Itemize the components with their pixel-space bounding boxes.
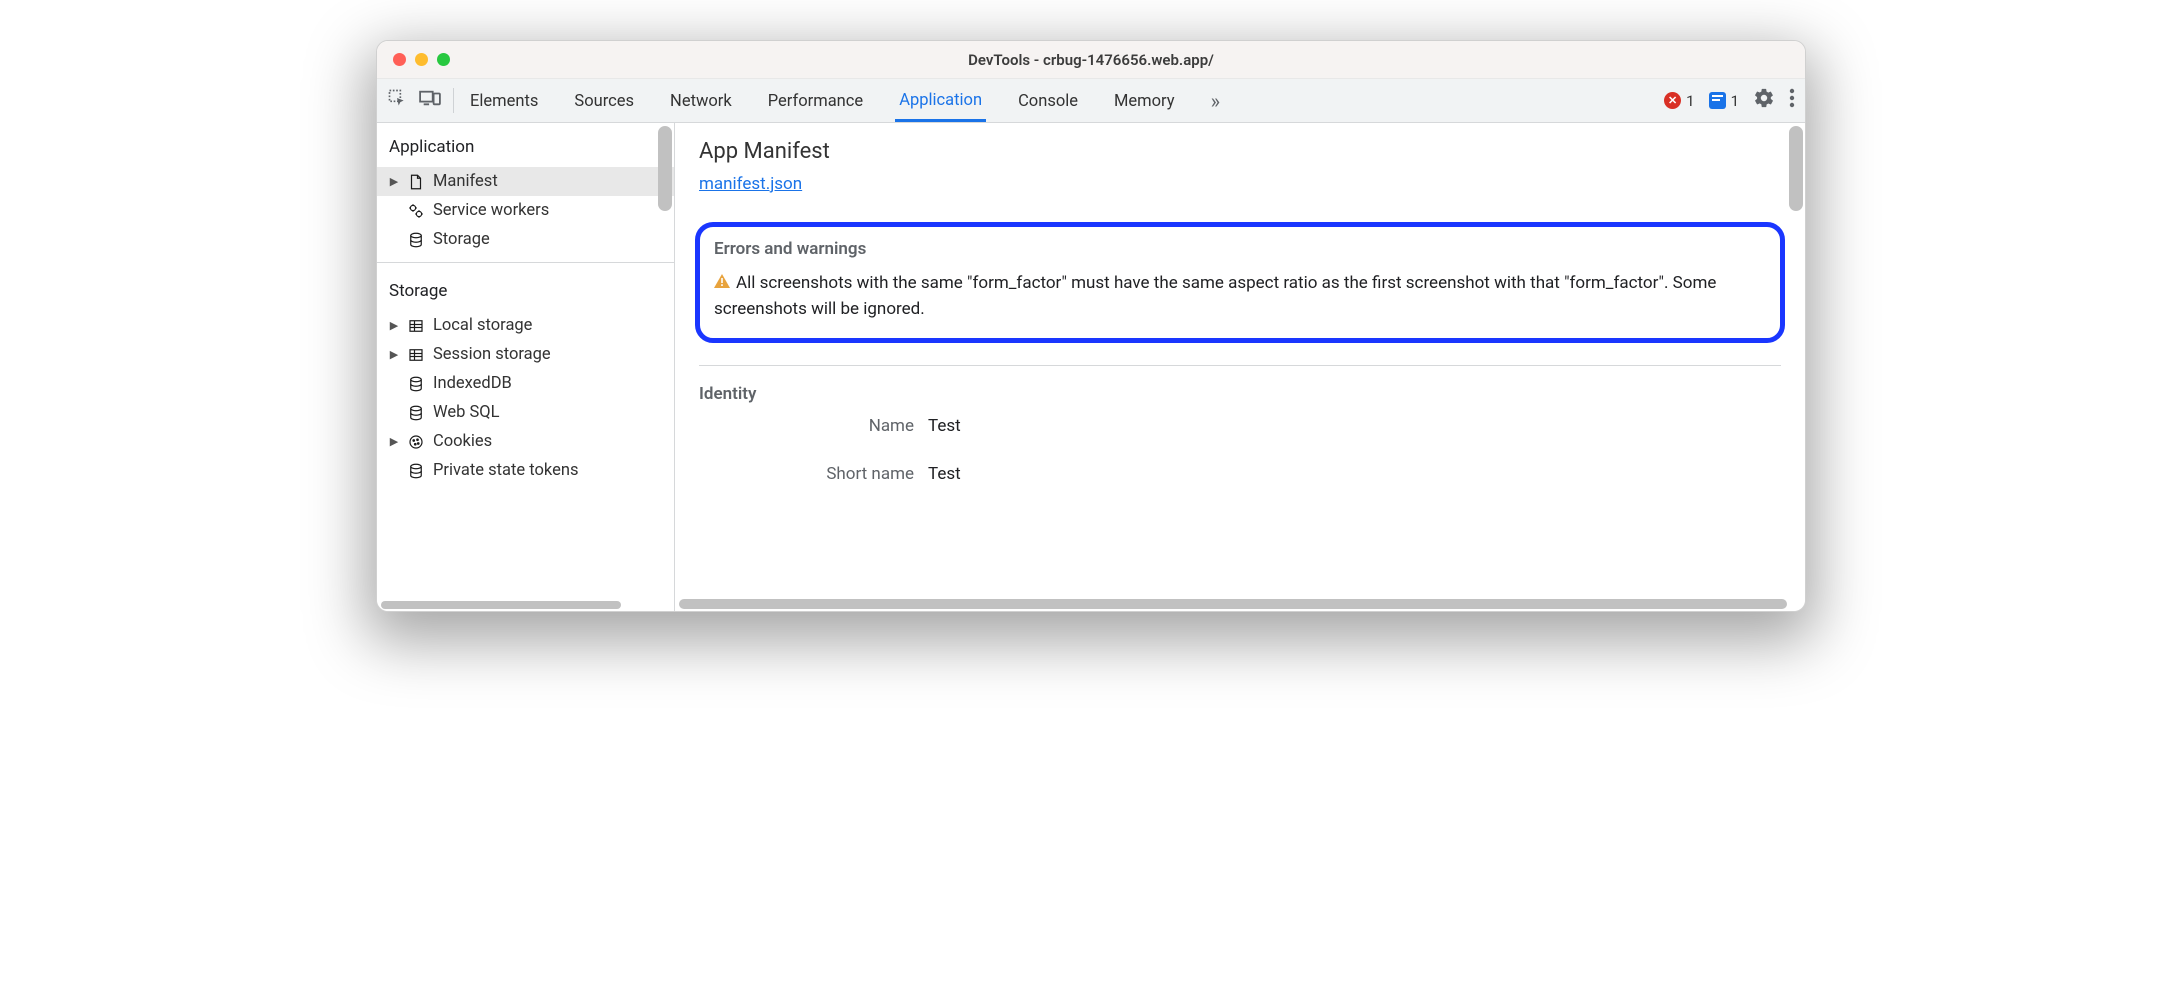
manifest-link[interactable]: manifest.json <box>699 174 802 194</box>
content-panel: App Manifest manifest.json Errors and wa… <box>675 123 1805 611</box>
sidebar-scrollbar[interactable] <box>658 126 672 211</box>
error-count-badge[interactable]: ✕ 1 <box>1664 92 1694 110</box>
field-row: Name Test <box>699 416 1781 436</box>
minimize-button[interactable] <box>415 53 428 66</box>
sidebar-item-session-storage[interactable]: ▶ Session storage <box>377 340 674 369</box>
field-row: Short name Test <box>699 464 1781 484</box>
error-icon: ✕ <box>1664 92 1681 109</box>
issues-count: 1 <box>1731 92 1739 110</box>
warning-message: All screenshots with the same "form_fact… <box>714 271 1766 322</box>
sidebar-item-service-workers[interactable]: Service workers <box>377 196 674 225</box>
sidebar-item-label: Session storage <box>433 345 551 364</box>
sidebar-item-websql[interactable]: Web SQL <box>377 398 674 427</box>
cookie-icon <box>407 433 425 451</box>
disclosure-triangle-icon[interactable]: ▶ <box>389 435 399 448</box>
tab-elements[interactable]: Elements <box>466 82 542 120</box>
main-split: Application ▶ Manifest Service workers <box>377 123 1805 611</box>
warning-icon <box>714 271 730 285</box>
panel-tabs: Elements Sources Network Performance App… <box>466 79 1224 122</box>
sidebar-divider <box>377 262 674 263</box>
sidebar-item-manifest[interactable]: ▶ Manifest <box>377 167 674 196</box>
errors-section-title: Errors and warnings <box>714 239 1766 259</box>
tab-memory[interactable]: Memory <box>1110 82 1179 120</box>
field-value-name: Test <box>928 416 961 436</box>
disclosure-triangle-icon[interactable]: ▶ <box>389 348 399 361</box>
sidebar-item-label: Cookies <box>433 432 492 451</box>
sidebar-item-label: Service workers <box>433 201 549 220</box>
tab-console[interactable]: Console <box>1014 82 1082 120</box>
table-icon <box>407 346 425 364</box>
manifest-heading: App Manifest <box>699 139 1781 164</box>
sidebar-group-storage: Storage <box>377 271 674 311</box>
tab-network[interactable]: Network <box>666 82 736 120</box>
titlebar: DevTools - crbug-1476656.web.app/ <box>377 41 1805 79</box>
sidebar: Application ▶ Manifest Service workers <box>377 123 675 611</box>
field-label-short-name: Short name <box>699 464 914 484</box>
warning-text: All screenshots with the same "form_fact… <box>714 273 1716 319</box>
issues-count-badge[interactable]: 1 <box>1709 92 1739 110</box>
disclosure-triangle-icon[interactable]: ▶ <box>389 319 399 332</box>
database-icon <box>407 231 425 249</box>
field-label-name: Name <box>699 416 914 436</box>
sidebar-item-cookies[interactable]: ▶ Cookies <box>377 427 674 456</box>
device-toggle-icon[interactable] <box>419 89 441 112</box>
sidebar-item-local-storage[interactable]: ▶ Local storage <box>377 311 674 340</box>
tabs-overflow-icon[interactable]: » <box>1207 79 1224 122</box>
content-h-scrollbar[interactable] <box>679 599 1787 609</box>
window-controls <box>393 53 450 66</box>
identity-section-title: Identity <box>699 384 1781 404</box>
devtools-window: DevTools - crbug-1476656.web.app/ Elemen… <box>376 40 1806 612</box>
content-scrollbar[interactable] <box>1789 126 1803 211</box>
sidebar-item-label: Storage <box>433 230 490 249</box>
toolbar: Elements Sources Network Performance App… <box>377 79 1805 123</box>
error-count: 1 <box>1686 92 1694 110</box>
sidebar-item-label: IndexedDB <box>433 374 512 393</box>
close-button[interactable] <box>393 53 406 66</box>
sidebar-item-label: Local storage <box>433 316 532 335</box>
field-value-short-name: Test <box>928 464 961 484</box>
sidebar-item-label: Web SQL <box>433 403 500 422</box>
sidebar-item-indexeddb[interactable]: IndexedDB <box>377 369 674 398</box>
errors-warnings-section: Errors and warnings All screenshots with… <box>695 222 1785 343</box>
database-icon <box>407 462 425 480</box>
gears-icon <box>407 202 425 220</box>
database-icon <box>407 375 425 393</box>
tab-performance[interactable]: Performance <box>764 82 867 120</box>
sidebar-item-storage[interactable]: Storage <box>377 225 674 254</box>
tab-application[interactable]: Application <box>895 81 986 122</box>
sidebar-item-label: Manifest <box>433 172 498 191</box>
tab-sources[interactable]: Sources <box>570 82 638 120</box>
database-icon <box>407 404 425 422</box>
maximize-button[interactable] <box>437 53 450 66</box>
identity-section: Identity Name Test Short name Test <box>699 365 1781 484</box>
table-icon <box>407 317 425 335</box>
sidebar-h-scrollbar[interactable] <box>377 599 660 611</box>
window-title: DevTools - crbug-1476656.web.app/ <box>377 51 1805 69</box>
disclosure-triangle-icon[interactable]: ▶ <box>389 175 399 188</box>
file-icon <box>407 173 425 191</box>
issues-icon <box>1709 92 1726 109</box>
inspect-icon[interactable] <box>387 88 407 113</box>
sidebar-item-label: Private state tokens <box>433 461 578 480</box>
sidebar-group-application: Application <box>377 127 674 167</box>
kebab-menu-icon[interactable] <box>1789 88 1795 113</box>
settings-icon[interactable] <box>1753 87 1775 114</box>
sidebar-item-private-state-tokens[interactable]: Private state tokens <box>377 456 674 485</box>
